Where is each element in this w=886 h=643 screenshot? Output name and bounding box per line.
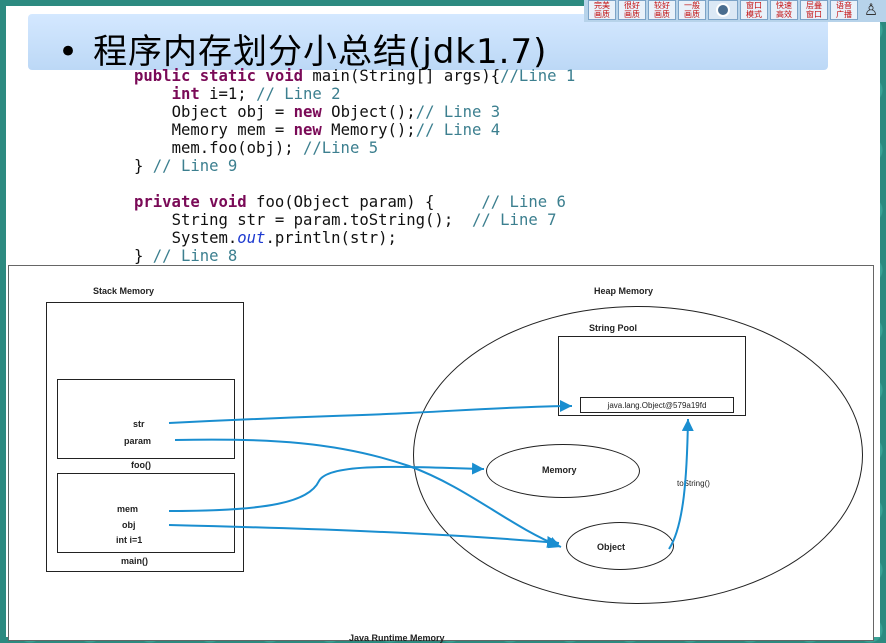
- title-text: 程序内存划分小总结(jdk1.7): [93, 32, 548, 72]
- title-bar: • 程序内存划分小总结(jdk1.7): [28, 14, 828, 73]
- title-bullet: •: [58, 32, 80, 72]
- quality-normal-button[interactable]: 一般 画质: [678, 0, 706, 20]
- slide-title: • 程序内存划分小总结(jdk1.7): [58, 24, 547, 73]
- code-line-1: public static void main(String[] args){/…: [134, 67, 576, 85]
- memory-diagram: Stack Memory Heap Memory str param foo()…: [8, 265, 874, 643]
- window-mode-button[interactable]: 窗口 模式: [740, 0, 768, 20]
- arrow-obj-to-object: [168, 524, 560, 548]
- presenter-icon[interactable]: ♙: [860, 0, 882, 20]
- code-line-5: mem.foo(obj); //Line 5: [171, 139, 379, 157]
- code-block: public static void main(String[] args){/…: [134, 67, 575, 265]
- code-line-4: Memory mem = new Memory();// Line 4: [171, 121, 501, 139]
- code-line-2: int i=1; // Line 2: [171, 85, 341, 103]
- cascade-window-button[interactable]: 层叠 窗口: [800, 0, 828, 20]
- code-line-8: String str = param.toString(); // Line 7: [171, 211, 557, 229]
- code-line-3: Object obj = new Object();// Line 3: [171, 103, 501, 121]
- arrow-str-to-string: [168, 400, 573, 424]
- camera-icon[interactable]: [708, 0, 738, 20]
- viewer-toolbar: 完美 画质 很好 画质 较好 画质 一般 画质 窗口 模式 快速 高效 层叠 窗口 语音 广播 …: [584, 0, 886, 22]
- code-line-6: } // Line 9: [134, 157, 238, 175]
- quality-good-button[interactable]: 很好 画质: [618, 0, 646, 20]
- arrow-object-tostring: [668, 418, 694, 550]
- code-line-7: private void foo(Object param) { // Line…: [134, 193, 566, 211]
- voice-broadcast-button[interactable]: 语音 广播: [830, 0, 858, 20]
- reference-arrows: [168, 400, 694, 550]
- code-line-10: } // Line 8: [134, 247, 238, 265]
- arrow-mem-to-memory: [168, 462, 485, 512]
- code-line-9: System.out.println(str);: [171, 229, 397, 247]
- quality-fair-button[interactable]: 较好 画质: [648, 0, 676, 20]
- quality-perfect-button[interactable]: 完美 画质: [588, 0, 616, 20]
- fast-mode-button[interactable]: 快速 高效: [770, 0, 798, 20]
